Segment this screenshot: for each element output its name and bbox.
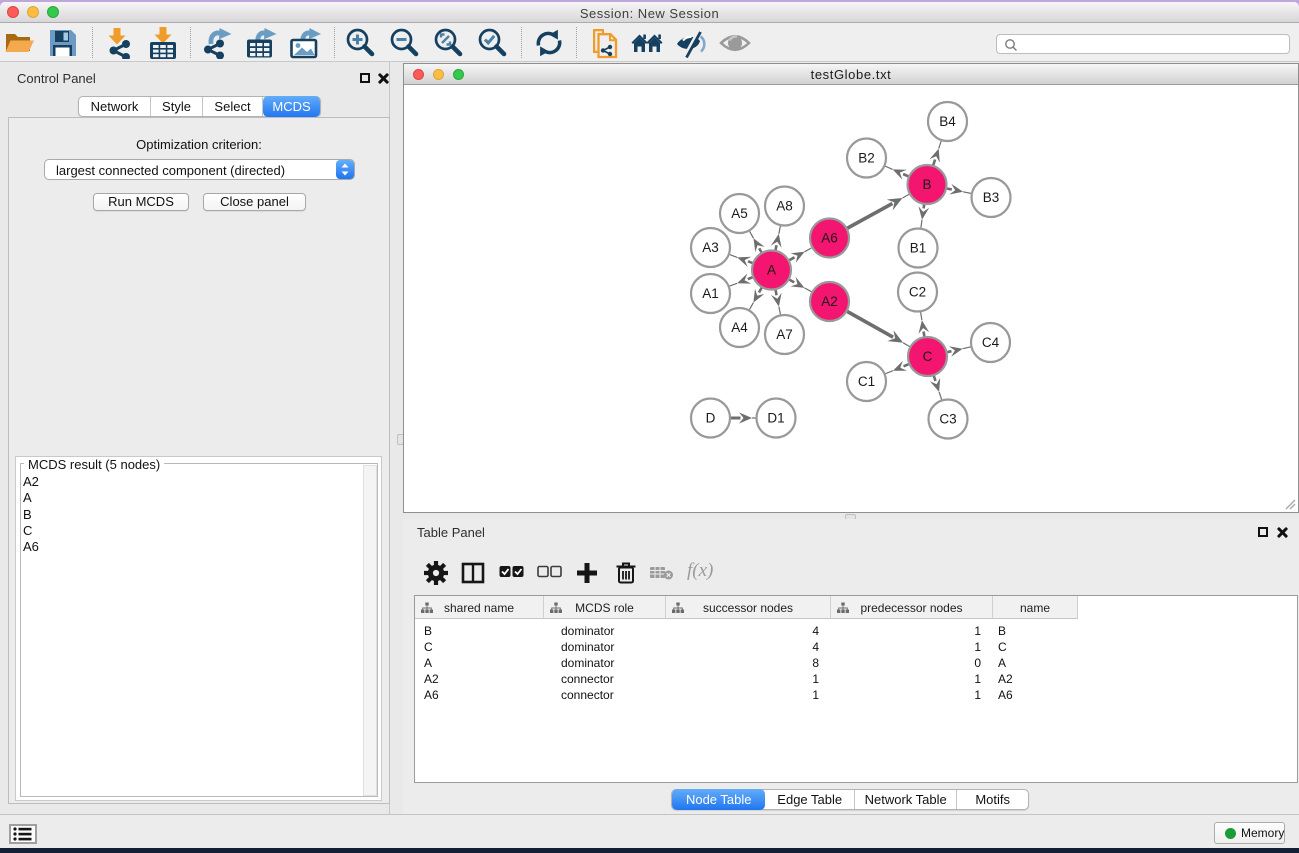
svg-text:C4: C4 xyxy=(982,335,1000,350)
svg-text:B: B xyxy=(922,177,931,192)
svg-text:B2: B2 xyxy=(858,151,875,166)
svg-text:A8: A8 xyxy=(776,199,793,214)
svg-text:C: C xyxy=(923,349,933,364)
svg-text:B3: B3 xyxy=(983,190,1000,205)
svg-text:A6: A6 xyxy=(821,231,838,246)
svg-text:B1: B1 xyxy=(910,241,927,256)
svg-text:D: D xyxy=(706,411,716,426)
svg-text:C3: C3 xyxy=(939,412,956,427)
svg-text:A7: A7 xyxy=(776,327,793,342)
svg-text:A3: A3 xyxy=(702,240,719,255)
svg-text:A5: A5 xyxy=(731,206,748,221)
svg-text:A: A xyxy=(767,263,776,278)
svg-text:A1: A1 xyxy=(702,286,719,301)
svg-text:B4: B4 xyxy=(939,114,956,129)
svg-text:A2: A2 xyxy=(821,294,838,309)
svg-text:D1: D1 xyxy=(767,411,784,426)
svg-text:C1: C1 xyxy=(858,374,875,389)
svg-text:A4: A4 xyxy=(731,320,748,335)
svg-text:C2: C2 xyxy=(909,285,926,300)
